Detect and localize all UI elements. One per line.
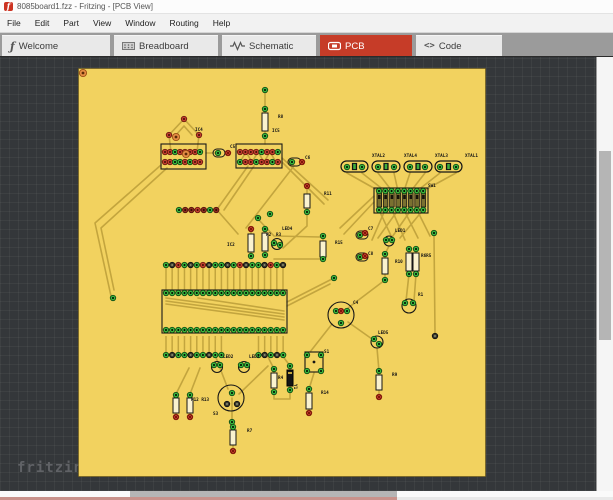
svg-text:C8: C8 [368, 251, 374, 257]
tab-code[interactable]: <> Code [416, 35, 502, 56]
svg-text:IC5: IC5 [272, 128, 280, 134]
svg-text:LED2: LED2 [223, 354, 234, 360]
pcb-canvas[interactable]: fritzing_ IC4 R8 IC5 C5 C6 XTAL2 XTAL4 XTAL3 XTA… [0, 57, 596, 491]
svg-text:IC4: IC4 [195, 127, 203, 133]
svg-text:S3: S3 [213, 411, 219, 417]
svg-text:XTAL4: XTAL4 [404, 153, 417, 159]
svg-text:XTAL3: XTAL3 [435, 153, 448, 159]
svg-text:R8: R8 [278, 114, 284, 120]
svg-text:LED3: LED3 [249, 354, 260, 360]
svg-text:Y1: Y1 [292, 384, 298, 390]
svg-text:R6R5: R6R5 [421, 253, 432, 259]
pcb-icon [328, 41, 341, 51]
tab-welcome[interactable]: ƒ Welcome [2, 35, 110, 56]
svg-text:LED4: LED4 [282, 226, 293, 232]
svg-text:R7: R7 [247, 428, 253, 434]
svg-text:R14: R14 [321, 390, 329, 396]
menu-edit[interactable]: Edit [28, 14, 57, 32]
svg-text:C6: C6 [305, 155, 311, 161]
svg-text:R1: R1 [418, 292, 424, 298]
vertical-scrollbar[interactable] [596, 57, 613, 491]
tab-label: Schematic [249, 40, 294, 52]
tab-label: Code [438, 40, 462, 52]
svg-text:LED5: LED5 [378, 330, 389, 336]
fritzing-f-icon: ƒ [10, 39, 15, 53]
svg-text:S1: S1 [324, 349, 330, 355]
svg-text:R15: R15 [335, 240, 343, 246]
svg-text:R3: R3 [276, 232, 282, 238]
tab-label: Breadboard [139, 40, 189, 52]
svg-text:LED1: LED1 [395, 228, 406, 234]
menu-window[interactable]: Window [118, 14, 162, 32]
menu-routing[interactable]: Routing [162, 14, 205, 32]
svg-text:R4: R4 [278, 375, 284, 381]
pcb-board-svg: IC4 R8 IC5 C5 C6 XTAL2 XTAL4 XTAL3 XTAL1 SW1 R11 LE… [78, 68, 486, 477]
view-tab-bar: ƒ Welcome Breadboard Schematic PCB <> Code [0, 33, 613, 57]
svg-text:XTAL1: XTAL1 [465, 153, 478, 159]
svg-text:C5: C5 [230, 144, 236, 150]
window-title: 8085board1.fzz - Fritzing - [PCB View] [17, 2, 153, 11]
tab-label: Welcome [18, 40, 59, 52]
menu-view[interactable]: View [86, 14, 118, 32]
fritzing-app-icon: f [4, 2, 13, 11]
menu-part[interactable]: Part [56, 14, 86, 32]
vertical-scrollbar-thumb[interactable] [599, 151, 611, 340]
svg-text:XTAL2: XTAL2 [372, 153, 385, 159]
svg-text:R11: R11 [324, 191, 332, 197]
tab-label: PCB [345, 40, 365, 52]
svg-text:R2: R2 [266, 232, 272, 238]
tab-schematic[interactable]: Schematic [222, 35, 316, 56]
menu-bar: File Edit Part View Window Routing Help [0, 14, 613, 33]
schematic-icon [230, 41, 245, 51]
breadboard-icon [122, 41, 135, 51]
code-icon: <> [424, 41, 435, 51]
svg-text:C7: C7 [368, 226, 374, 232]
svg-text:IC2: IC2 [227, 242, 235, 248]
tab-pcb[interactable]: PCB [320, 35, 412, 56]
tab-breadboard[interactable]: Breadboard [114, 35, 218, 56]
svg-text:SW1: SW1 [428, 183, 436, 189]
title-bar: f 8085board1.fzz - Fritzing - [PCB View] [0, 0, 613, 14]
svg-text:C4: C4 [353, 300, 359, 306]
menu-file[interactable]: File [0, 14, 28, 32]
svg-text:R12 R13: R12 R13 [191, 397, 210, 403]
svg-text:R10: R10 [395, 259, 403, 265]
menu-help[interactable]: Help [206, 14, 237, 32]
svg-text:R9: R9 [392, 372, 398, 378]
